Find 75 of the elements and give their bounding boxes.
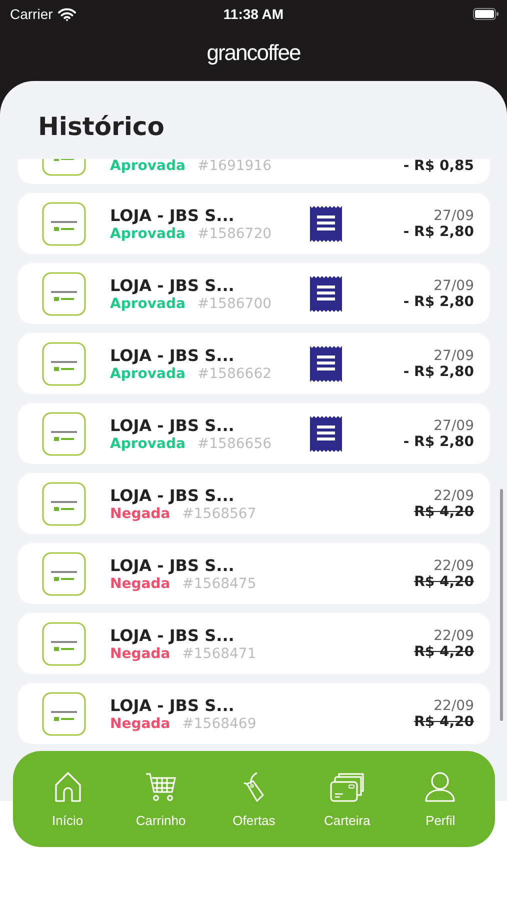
transaction-card[interactable]: LOJA - JBS S... Negada #1568567 22/09 R$ 4,20: [18, 473, 490, 534]
transaction-id: #1586720: [197, 226, 272, 242]
status-label: Negada: [110, 646, 170, 662]
transaction-card[interactable]: LOJA - JBS S... Negada #1568469 22/09 R$ 4,20: [18, 683, 490, 744]
cards-icon: [329, 770, 366, 802]
store-name: LOJA - JBS S...: [110, 276, 236, 294]
transaction-id: #1568469: [182, 716, 256, 732]
wallet-logo-icon: [42, 412, 86, 456]
cart-icon: [144, 770, 177, 802]
transaction-card[interactable]: LOJA - JBS S... Aprovada #1586720 27/09 - R$ 2,80: [18, 193, 490, 254]
store-name: LOJA - JBS S...: [110, 556, 236, 574]
transaction-id: #1586662: [197, 366, 272, 382]
store-name: LOJA - JBS S...: [110, 416, 236, 434]
store-name: LOJA - JBS S...: [110, 346, 236, 364]
transaction-amount: - R$ 2,80: [403, 294, 474, 310]
status-label: Aprovada: [110, 159, 186, 174]
store-name: LOJA - JBS S...: [110, 696, 236, 714]
transaction-date: 27/09: [434, 348, 474, 364]
brand-logo: grancoffee: [206, 40, 300, 66]
transaction-amount: - R$ 2,80: [403, 364, 474, 380]
transaction-date: 22/09: [434, 698, 474, 714]
person-icon: [424, 770, 456, 802]
wifi-icon: [58, 8, 76, 20]
transaction-date: 22/09: [434, 488, 474, 504]
transaction-id: #1691916: [197, 159, 272, 174]
receipt-icon[interactable]: [310, 416, 342, 452]
transaction-id: #1568471: [182, 646, 256, 662]
battery-icon: [473, 8, 499, 20]
status-label: Negada: [110, 506, 170, 522]
transaction-card[interactable]: LOJA - JBS S... Aprovada #1586700 27/09 - R$ 2,80: [18, 263, 490, 324]
transaction-amount: R$ 4,20: [414, 714, 474, 730]
transaction-id: #1568567: [182, 506, 256, 522]
transaction-amount: - R$ 2,80: [403, 224, 474, 240]
carrier-name: Carrier: [10, 6, 53, 22]
page-title: Histórico: [38, 111, 166, 143]
transaction-date: 27/09: [434, 208, 474, 224]
wallet-logo-icon: [42, 552, 86, 596]
transaction-card[interactable]: LOJA - JBS S... Negada #1568475 22/09 R$ 4,20: [18, 543, 490, 604]
status-label: Aprovada: [110, 436, 186, 452]
wallet-logo-icon: [42, 202, 86, 246]
receipt-icon[interactable]: [310, 206, 342, 242]
receipt-icon[interactable]: [310, 346, 342, 382]
transaction-date: 27/09: [434, 418, 474, 434]
transaction-date: 22/09: [434, 558, 474, 574]
status-label: Aprovada: [110, 366, 186, 382]
store-name: LOJA - JBS S...: [110, 206, 236, 224]
status-label: Negada: [110, 576, 170, 592]
store-name: LOJA - JBS S...: [110, 486, 236, 504]
wallet-logo-icon: [42, 482, 86, 526]
transaction-date: 22/09: [434, 628, 474, 644]
transaction-amount: R$ 4,20: [414, 574, 474, 590]
status-label: Aprovada: [110, 296, 186, 312]
scrollbar[interactable]: [500, 489, 503, 721]
transaction-amount: - R$ 2,80: [403, 434, 474, 450]
transaction-card[interactable]: LOJA - JBS S... Negada #1568471 22/09 R$ 4,20: [18, 613, 490, 674]
transaction-card[interactable]: Aprovada #1691916 - R$ 0,85: [18, 159, 490, 184]
house-icon: [54, 770, 82, 802]
status-label: Aprovada: [110, 226, 186, 242]
transaction-amount: R$ 4,20: [414, 504, 474, 520]
transaction-id: #1586700: [197, 296, 272, 312]
wallet-logo-icon: [42, 272, 86, 316]
transaction-amount: R$ 4,20: [414, 644, 474, 660]
transaction-id: #1586656: [197, 436, 272, 452]
wallet-logo-icon: [42, 622, 86, 666]
transaction-date: 27/09: [434, 278, 474, 294]
store-name: LOJA - JBS S...: [110, 626, 236, 644]
transaction-card[interactable]: LOJA - JBS S... Aprovada #1586662 27/09 - R$ 2,80: [18, 333, 490, 394]
transaction-id: #1568475: [182, 576, 256, 592]
clock-time: 11:38 AM: [223, 6, 284, 22]
wallet-logo-icon: [42, 692, 86, 736]
transaction-card[interactable]: LOJA - JBS S... Aprovada #1586656 27/09 - R$ 2,80: [18, 403, 490, 464]
receipt-icon[interactable]: [310, 276, 342, 312]
transaction-amount: - R$ 0,85: [403, 159, 474, 174]
status-label: Negada: [110, 716, 170, 732]
wallet-logo-icon: [42, 342, 86, 386]
